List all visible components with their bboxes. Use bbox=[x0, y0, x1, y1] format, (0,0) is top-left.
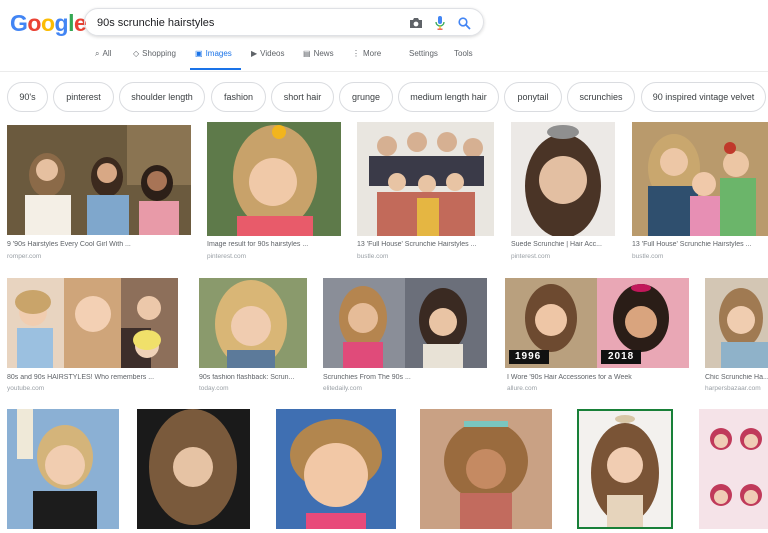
result-source: pinterest.com bbox=[207, 253, 247, 260]
active-tab-indicator bbox=[190, 68, 241, 70]
result-thumbnail[interactable] bbox=[7, 125, 191, 235]
camera-icon[interactable] bbox=[407, 14, 425, 32]
result-title[interactable]: 90s fashion flashback: Scrun... bbox=[199, 374, 307, 381]
tab-more[interactable]: ⋮ More bbox=[352, 49, 381, 71]
result-source: youtube.com bbox=[7, 385, 45, 392]
result-source: today.com bbox=[199, 385, 229, 392]
result-thumbnail[interactable] bbox=[7, 409, 119, 529]
tab-all[interactable]: ⌕ All bbox=[95, 49, 111, 71]
tab-label: All bbox=[102, 49, 112, 58]
google-logo[interactable]: Google bbox=[10, 10, 87, 37]
tab-news[interactable]: ▤ News bbox=[303, 49, 334, 71]
tab-videos[interactable]: ▶ Videos bbox=[251, 49, 284, 71]
microphone-icon[interactable] bbox=[431, 14, 449, 32]
result-title[interactable]: Image result for 90s hairstyles ... bbox=[207, 241, 341, 248]
newspaper-icon: ▤ bbox=[303, 49, 311, 58]
result-source: pinterest.com bbox=[511, 253, 551, 260]
tab-label: News bbox=[313, 49, 334, 58]
chip-pinterest[interactable]: pinterest bbox=[53, 82, 114, 112]
result-thumbnail[interactable] bbox=[7, 278, 178, 368]
search-box bbox=[84, 8, 484, 36]
result-title[interactable]: 13 'Full House' Scrunchie Hairstyles ... bbox=[632, 241, 768, 248]
logo-letter: g bbox=[54, 10, 69, 36]
result-source: bustle.com bbox=[357, 253, 389, 260]
result-title[interactable]: Scrunchies From The 90s ... bbox=[323, 374, 487, 381]
search-icon: ⌕ bbox=[95, 49, 100, 58]
tab-tools[interactable]: Tools bbox=[454, 49, 473, 71]
tab-label: Images bbox=[205, 49, 232, 58]
result-thumbnail[interactable]: 1996 2018 bbox=[505, 278, 689, 368]
chip-ponytail[interactable]: ponytail bbox=[504, 82, 562, 112]
tab-label: More bbox=[363, 49, 382, 58]
result-title[interactable]: I Wore '90s Hair Accessories for a Week bbox=[507, 374, 689, 381]
chip-medium-length-hair[interactable]: medium length hair bbox=[398, 82, 499, 112]
result-thumbnail[interactable] bbox=[357, 122, 494, 236]
result-thumbnail[interactable] bbox=[137, 409, 250, 529]
logo-letter: G bbox=[10, 10, 28, 36]
chip-90s[interactable]: 90's bbox=[7, 82, 48, 112]
tab-label: Videos bbox=[260, 49, 285, 58]
search-input[interactable] bbox=[97, 14, 397, 32]
result-thumbnail[interactable] bbox=[705, 278, 768, 368]
result-title[interactable]: Suede Scrunchie | Hair Acc... bbox=[511, 241, 615, 248]
result-title[interactable]: 9 '90s Hairstyles Every Cool Girl With .… bbox=[7, 241, 191, 248]
tab-shopping[interactable]: ◇ Shopping bbox=[133, 49, 176, 71]
more-vert-icon: ⋮ bbox=[352, 49, 360, 58]
result-source: romper.com bbox=[7, 253, 42, 260]
search-icon[interactable] bbox=[455, 14, 473, 32]
tag-icon: ◇ bbox=[133, 49, 140, 58]
play-icon: ▶ bbox=[251, 49, 258, 58]
tab-label: Tools bbox=[454, 49, 473, 58]
result-source: bustle.com bbox=[632, 253, 664, 260]
result-thumbnail[interactable] bbox=[323, 278, 487, 368]
chip-short-hair[interactable]: short hair bbox=[271, 82, 334, 112]
result-thumbnail[interactable] bbox=[207, 122, 341, 236]
chip-fashion[interactable]: fashion bbox=[211, 82, 266, 112]
result-thumbnail[interactable] bbox=[511, 122, 615, 236]
logo-letter: o bbox=[40, 10, 55, 36]
result-thumbnail[interactable] bbox=[276, 409, 396, 529]
tab-settings[interactable]: Settings bbox=[409, 49, 438, 71]
logo-letter: o bbox=[27, 10, 41, 36]
chip-shoulder-length[interactable]: shoulder length bbox=[119, 82, 205, 112]
result-source: harpersbazaar.com bbox=[705, 385, 761, 392]
chip-grunge[interactable]: grunge bbox=[339, 82, 393, 112]
result-thumbnail[interactable] bbox=[420, 409, 552, 529]
result-thumbnail[interactable] bbox=[699, 409, 768, 529]
chip-scrunchies[interactable]: scrunchies bbox=[567, 82, 635, 112]
image-icon: ▣ bbox=[195, 49, 203, 58]
result-source: elitedaily.com bbox=[323, 385, 362, 392]
result-source: allure.com bbox=[507, 385, 537, 392]
chip-90-inspired-vintage-velvet[interactable]: 90 inspired vintage velvet bbox=[641, 82, 766, 112]
result-thumbnail[interactable] bbox=[199, 278, 307, 368]
tab-label: Settings bbox=[409, 49, 438, 58]
result-title[interactable]: 80s and 90s HAIRSTYLES! Who remembers ..… bbox=[7, 374, 178, 381]
tab-label: Shopping bbox=[142, 49, 176, 58]
year-label: 1996 bbox=[515, 351, 542, 362]
result-title[interactable]: 13 'Full House' Scrunchie Hairstyles ... bbox=[357, 241, 494, 248]
header-divider bbox=[0, 71, 768, 72]
result-thumbnail-selected[interactable] bbox=[577, 409, 673, 529]
year-label: 2018 bbox=[608, 351, 635, 362]
result-thumbnail[interactable] bbox=[632, 122, 768, 236]
result-title[interactable]: Chic Scrunchie Ha... bbox=[705, 374, 768, 381]
